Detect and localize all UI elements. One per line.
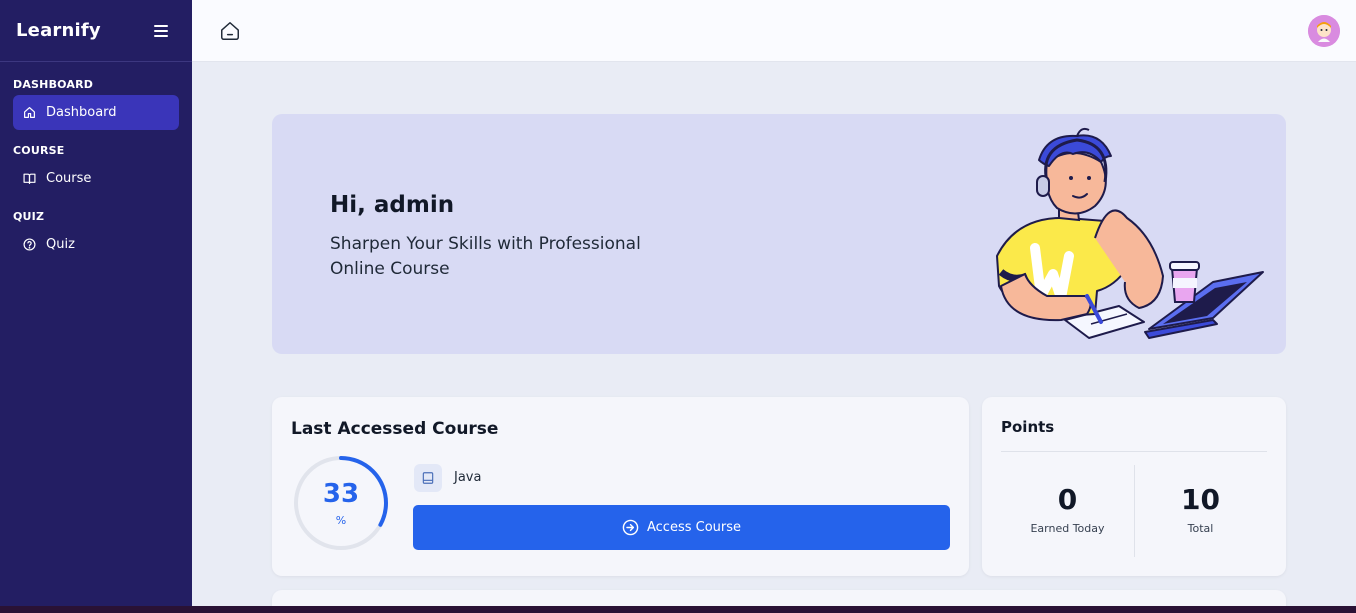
student-illustration xyxy=(996,127,1264,339)
brand-row: Learnify xyxy=(0,0,192,62)
card-title: Last Accessed Course xyxy=(291,419,499,439)
house-icon xyxy=(23,106,36,119)
sidebar-item-label: Quiz xyxy=(46,237,75,252)
sidebar: Learnify DASHBOARD Dashboard COURSE Cour… xyxy=(0,0,192,606)
access-course-button[interactable]: Access Course xyxy=(413,505,950,550)
home-icon[interactable] xyxy=(219,20,241,42)
welcome-banner: Hi, admin Sharpen Your Skills with Profe… xyxy=(272,114,1286,354)
book-open-icon xyxy=(23,172,36,185)
access-course-label: Access Course xyxy=(646,520,742,535)
section-label-quiz: QUIZ xyxy=(13,210,45,223)
hamburger-icon[interactable] xyxy=(154,24,168,37)
points-card: Points 0 Earned Today 10 Total xyxy=(982,397,1286,576)
earned-today-stat: 0 Earned Today xyxy=(1001,483,1134,535)
book-icon xyxy=(414,464,442,492)
last-accessed-course-card: Last Accessed Course 33 % Java Access Co… xyxy=(272,397,969,576)
section-label-dashboard: DASHBOARD xyxy=(13,78,94,91)
sidebar-item-quiz[interactable]: Quiz xyxy=(13,227,179,262)
question-circle-icon xyxy=(23,238,36,251)
sidebar-item-label: Course xyxy=(46,171,92,186)
sidebar-item-dashboard[interactable]: Dashboard xyxy=(13,95,179,130)
sidebar-item-course[interactable]: Course xyxy=(13,161,179,196)
taskbar-edge xyxy=(0,606,1356,613)
topbar xyxy=(192,0,1356,62)
total-points-stat: 10 Total xyxy=(1134,483,1267,535)
total-points-value: 10 xyxy=(1181,483,1220,516)
section-label-course: COURSE xyxy=(13,144,65,157)
earned-today-label: Earned Today xyxy=(1030,522,1105,535)
user-avatar[interactable] xyxy=(1308,15,1340,47)
card-title: Points xyxy=(1001,418,1055,436)
greeting-title: Hi, admin xyxy=(330,192,455,218)
progress-value: 33 xyxy=(322,479,360,509)
course-name: Java xyxy=(454,470,482,485)
progress-unit: % xyxy=(335,514,347,527)
sidebar-item-label: Dashboard xyxy=(46,105,117,120)
total-points-label: Total xyxy=(1187,522,1214,535)
arrow-circle-right-icon xyxy=(622,519,639,536)
greeting-subtitle: Sharpen Your Skills with Professional On… xyxy=(330,234,641,279)
brand-logo[interactable]: Learnify xyxy=(16,20,101,41)
divider xyxy=(1001,451,1267,452)
earned-today-value: 0 xyxy=(1057,483,1078,516)
